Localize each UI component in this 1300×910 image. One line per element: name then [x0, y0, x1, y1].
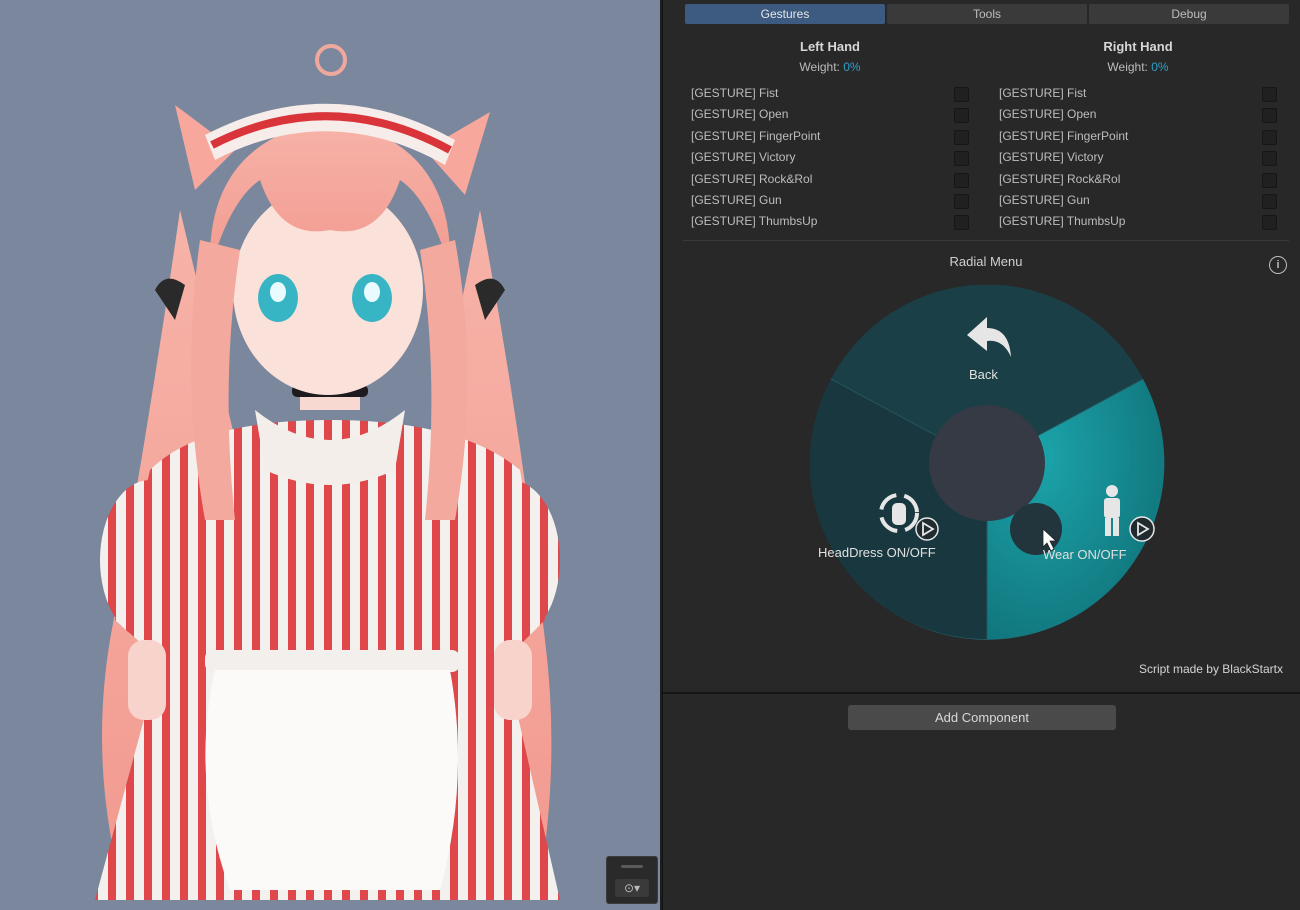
weight-label: Weight:: [799, 60, 840, 74]
gesture-row[interactable]: [GESTURE] ThumbsUp: [685, 211, 975, 232]
gesture-checkbox[interactable]: [954, 87, 969, 102]
radial-label-back: Back: [969, 367, 998, 382]
gesture-row[interactable]: [GESTURE] Fist: [993, 83, 1283, 104]
left-hand-title: Left Hand: [800, 39, 860, 54]
gesture-checkbox[interactable]: [1262, 172, 1277, 188]
gesture-label: [GESTURE] Victory: [691, 150, 796, 165]
tab-gestures[interactable]: Gestures: [685, 4, 885, 24]
gesture-label: [GESTURE] FingerPoint: [691, 128, 821, 143]
gesture-checkbox[interactable]: [954, 129, 969, 145]
section-divider: [683, 240, 1289, 241]
right-hand-panel: Right Hand Weight: 0% [GESTURE] Fist [GE…: [993, 38, 1283, 233]
gesture-label: [GESTURE] Open: [999, 107, 1097, 122]
gesture-label: [GESTURE] Fist: [999, 86, 1087, 100]
gesture-label: [GESTURE] Gun: [691, 192, 782, 207]
gesture-row[interactable]: [GESTURE] Gun: [685, 190, 975, 211]
tab-bar: Gestures Tools Debug: [685, 4, 1289, 24]
gesture-checkbox[interactable]: [954, 108, 969, 124]
gesture-checkbox[interactable]: [1262, 215, 1277, 231]
gesture-row[interactable]: [GESTURE] Rock&Rol: [685, 169, 975, 190]
weight-value: 0%: [843, 60, 861, 74]
camera-icon[interactable]: ⊙▾: [615, 879, 649, 897]
radial-center[interactable]: [929, 405, 1045, 521]
gesture-checkbox[interactable]: [954, 193, 969, 209]
gesture-label: [GESTURE] FingerPoint: [999, 128, 1129, 143]
right-gesture-list: [GESTURE] Fist [GESTURE] Open [GESTURE] …: [993, 83, 1283, 233]
left-hand-panel: Left Hand Weight: 0% [GESTURE] Fist [GES…: [685, 38, 975, 233]
gesture-row[interactable]: [GESTURE] Victory: [993, 147, 1283, 168]
gesture-label: [GESTURE] Fist: [691, 86, 779, 100]
script-credit: Script made by BlackStartx: [1138, 662, 1283, 676]
weight-label: Weight:: [1107, 60, 1148, 74]
gesture-checkbox[interactable]: [954, 215, 969, 231]
left-hand-weight: Weight: 0%: [685, 56, 975, 78]
scene-view[interactable]: ⊙▾: [0, 0, 660, 910]
gesture-checkbox[interactable]: [1262, 108, 1277, 124]
gesture-checkbox[interactable]: [1262, 151, 1277, 167]
gesture-row[interactable]: [GESTURE] FingerPoint: [685, 126, 975, 147]
gesture-label: [GESTURE] Open: [691, 107, 789, 122]
gesture-row[interactable]: [GESTURE] Rock&Rol: [993, 169, 1283, 190]
weight-value: 0%: [1151, 60, 1169, 74]
gesture-checkbox[interactable]: [1262, 193, 1277, 209]
tab-debug[interactable]: Debug: [1089, 4, 1289, 24]
gesture-manager-inspector: Gestures Tools Debug Left Hand Weight: 0…: [662, 0, 1300, 910]
gesture-row[interactable]: [GESTURE] Open: [685, 104, 975, 125]
right-hand-weight: Weight: 0%: [993, 56, 1283, 78]
gesture-checkbox[interactable]: [954, 172, 969, 188]
avatar-preview: [95, 44, 560, 900]
gesture-row[interactable]: [GESTURE] FingerPoint: [993, 126, 1283, 147]
add-component-button[interactable]: Add Component: [848, 705, 1116, 730]
gesture-row[interactable]: [GESTURE] ThumbsUp: [993, 211, 1283, 232]
gesture-checkbox[interactable]: [1262, 129, 1277, 145]
radial-label-headdress: HeadDress ON/OFF: [818, 545, 936, 560]
radial-label-wear: Wear ON/OFF: [1043, 547, 1127, 562]
inspector-divider: [663, 692, 1300, 694]
gesture-checkbox[interactable]: [954, 151, 969, 167]
scene-camera-gizmo[interactable]: ⊙▾: [606, 856, 658, 904]
gesture-label: [GESTURE] ThumbsUp: [999, 214, 1126, 229]
radial-menu-title: Radial Menu: [949, 254, 1023, 269]
gesture-row[interactable]: [GESTURE] Gun: [993, 190, 1283, 211]
gesture-row[interactable]: [GESTURE] Fist: [685, 83, 975, 104]
gesture-row[interactable]: [GESTURE] Open: [993, 104, 1283, 125]
gesture-label: [GESTURE] Gun: [999, 192, 1090, 207]
gesture-row[interactable]: [GESTURE] Victory: [685, 147, 975, 168]
right-hand-title: Right Hand: [1103, 39, 1173, 54]
info-icon[interactable]: i: [1269, 256, 1287, 274]
gizmo-handle: [621, 865, 643, 868]
gesture-label: [GESTURE] Victory: [999, 150, 1104, 165]
left-gesture-list: [GESTURE] Fist [GESTURE] Open [GESTURE] …: [685, 83, 975, 233]
gesture-label: [GESTURE] Rock&Rol: [691, 171, 813, 186]
gesture-checkbox[interactable]: [1262, 87, 1277, 102]
radial-menu-wheel: [809, 285, 1165, 640]
tab-tools[interactable]: Tools: [887, 4, 1087, 24]
gesture-label: [GESTURE] ThumbsUp: [691, 214, 818, 229]
gesture-label: [GESTURE] Rock&Rol: [999, 171, 1121, 186]
